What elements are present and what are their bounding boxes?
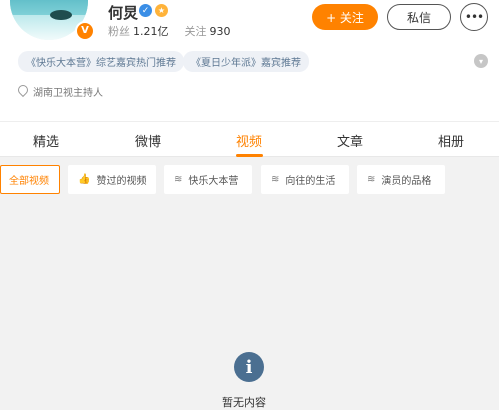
profile-name: 何炅 [108, 4, 139, 22]
filter-liked-videos-label: 赞过的视频 [96, 176, 147, 187]
empty-state-text: 暂无内容 [222, 396, 266, 409]
fans-count[interactable]: 1.21亿 [133, 25, 169, 38]
follow-button[interactable]: + 关注 [312, 4, 378, 30]
tab-weibo[interactable]: 微博 [135, 131, 161, 150]
more-options-button[interactable]: ••• [460, 3, 488, 31]
message-button[interactable]: 私信 [387, 4, 451, 30]
layers-icon: ≋ [174, 174, 183, 185]
active-tab-indicator [236, 154, 263, 157]
filter-liked-videos[interactable]: 👍 赞过的视频 [68, 165, 156, 194]
tab-articles[interactable]: 文章 [337, 131, 363, 150]
tab-featured[interactable]: 精选 [33, 131, 59, 150]
chevron-down-icon[interactable]: ▾ [474, 54, 488, 68]
filter-all-videos-label: 全部视频 [9, 176, 49, 187]
filter-kuaile-dabenying[interactable]: ≋ 快乐大本营 [164, 165, 252, 194]
fans-label: 粉丝 [108, 25, 130, 38]
verified-v-badge-icon: V [75, 21, 95, 41]
avatar[interactable]: V [10, 0, 95, 41]
tab-albums[interactable]: 相册 [438, 131, 464, 150]
filter-yanyuan-pinge-label: 演员的品格 [381, 176, 432, 187]
medal-icon[interactable]: ★ [155, 4, 168, 17]
profile-stats: 粉丝 1.21亿 关注 930 [108, 23, 247, 39]
tab-video[interactable]: 视频 [236, 131, 262, 150]
filter-xiangwang-shenghuo[interactable]: ≋ 向往的生活 [261, 165, 349, 194]
tag-kuaile-recommend[interactable]: 《快乐大本营》综艺嘉宾热门推荐 [18, 51, 184, 72]
tag-xiari-recommend[interactable]: 《夏日少年派》嘉宾推荐 [183, 51, 309, 72]
verified-icon[interactable]: ✓ [139, 4, 152, 17]
profile-header: V 何炅 ✓ ★ 粉丝 1.21亿 关注 930 + 关注 私信 ••• 《快乐大本营… [0, 0, 499, 121]
layers-icon: ≋ [367, 174, 376, 185]
profile-tabs: 精选 微博 视频 文章 相册 [0, 121, 499, 157]
following-count[interactable]: 930 [210, 25, 231, 38]
thumb-up-icon: 👍 [78, 174, 91, 185]
layers-icon: ≋ [271, 174, 280, 185]
filter-kuaile-dabenying-label: 快乐大本营 [188, 176, 239, 187]
location-icon [15, 82, 31, 98]
info-icon: i [234, 352, 264, 382]
filter-all-videos[interactable]: 全部视频 [0, 165, 60, 194]
filter-yanyuan-pinge[interactable]: ≋ 演员的品格 [357, 165, 445, 194]
profile-description: 湖南卫视主持人 [33, 88, 103, 99]
filter-xiangwang-shenghuo-label: 向往的生活 [285, 176, 336, 187]
following-label: 关注 [184, 25, 207, 38]
